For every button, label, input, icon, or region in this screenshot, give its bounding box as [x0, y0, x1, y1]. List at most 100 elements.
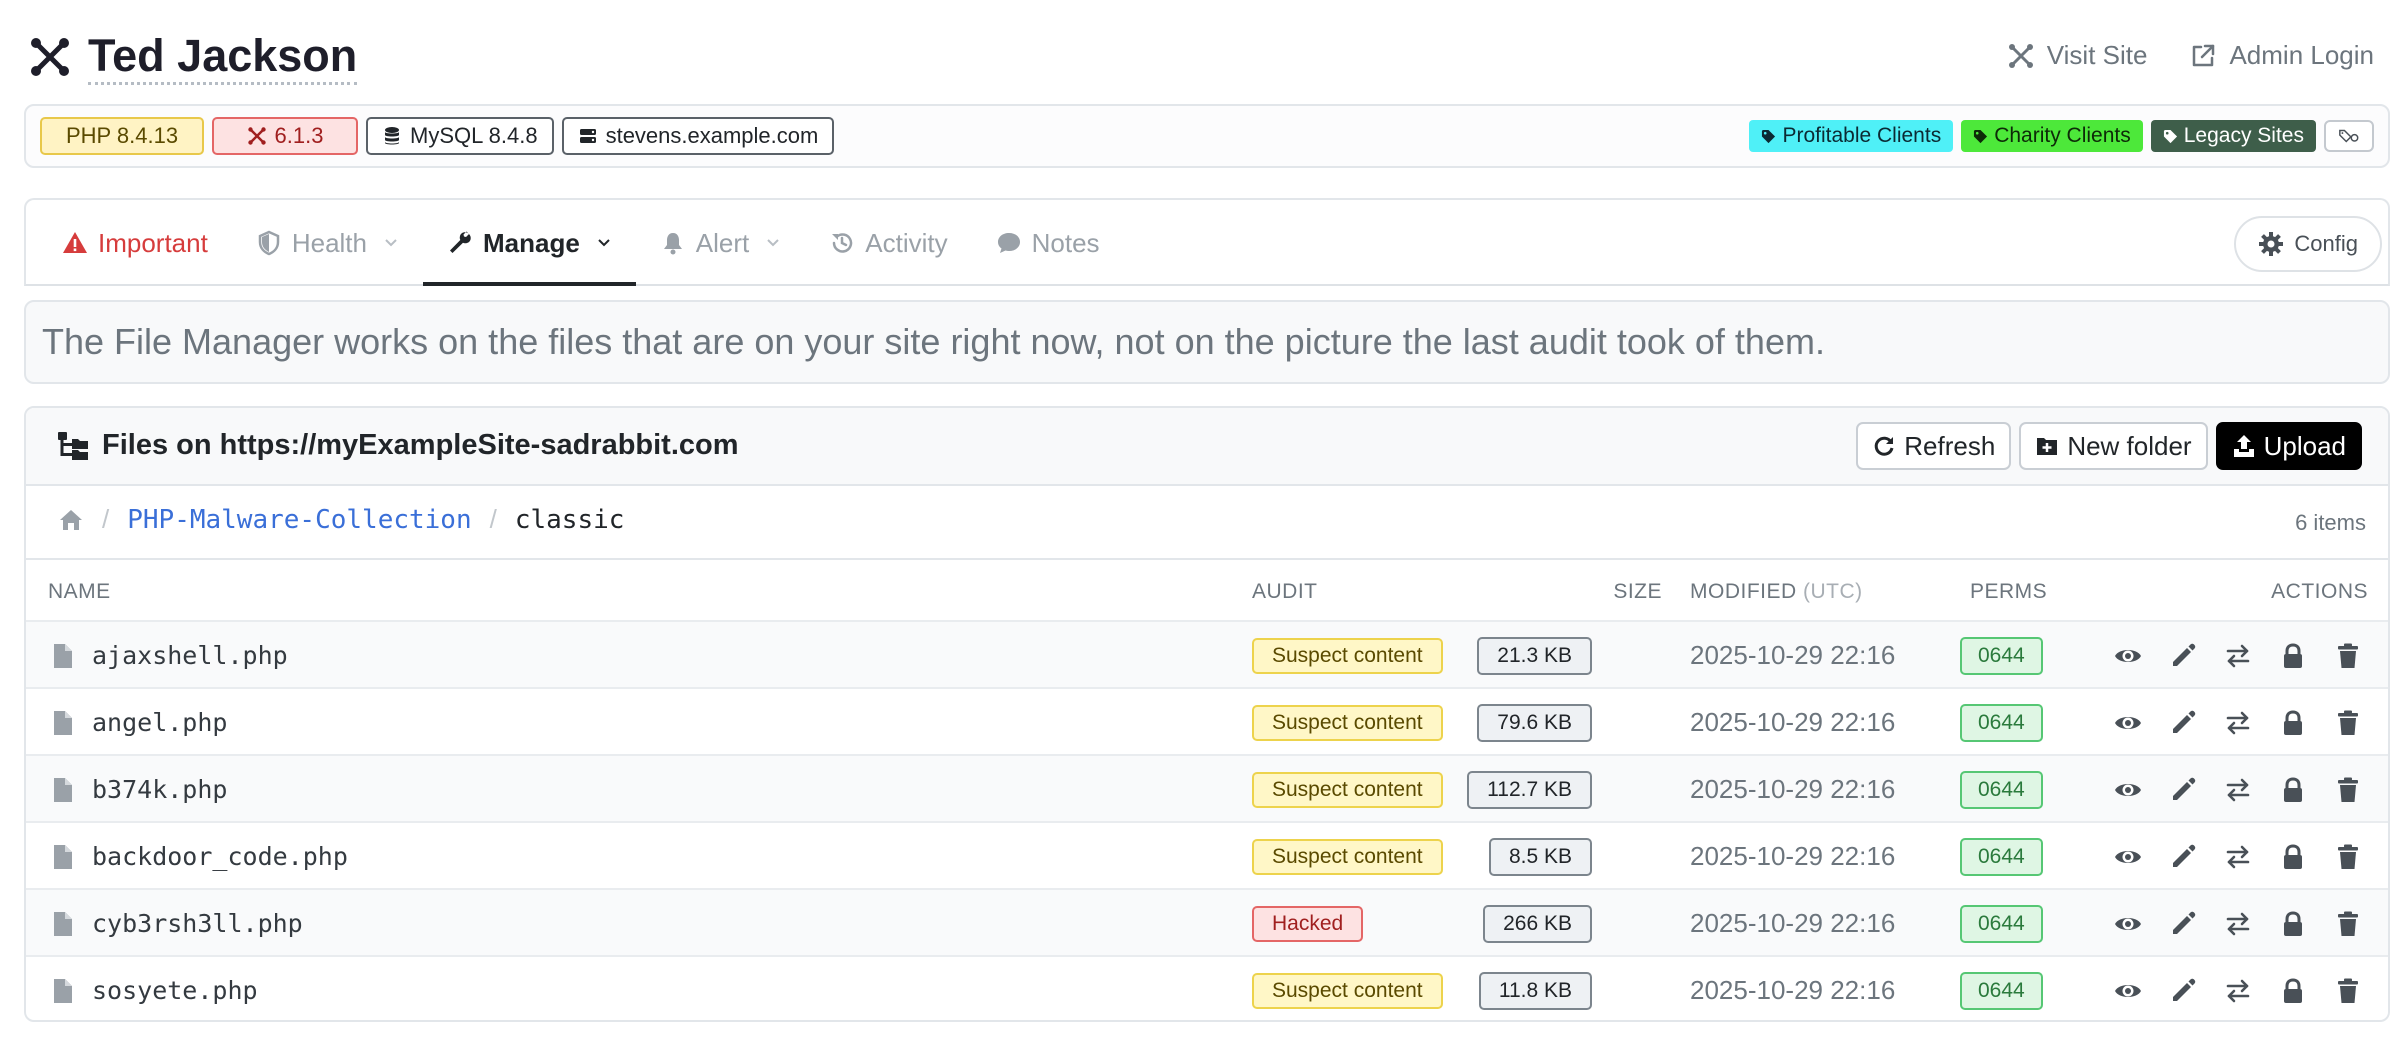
table-row[interactable]: angel.php Suspect content 79.6 KB 2025-10-2…: [26, 687, 2388, 754]
perms-badge[interactable]: 0644: [1960, 904, 2043, 943]
home-icon[interactable]: [58, 507, 84, 533]
file-name-cell[interactable]: angel.php: [52, 689, 227, 756]
config-button[interactable]: Config: [2234, 216, 2382, 272]
column-name[interactable]: NAME: [48, 580, 111, 604]
visit-site-link[interactable]: Visit Site: [2007, 40, 2147, 71]
tab-important[interactable]: Important: [38, 200, 232, 286]
view-icon[interactable]: [2114, 977, 2142, 1005]
view-icon[interactable]: [2114, 910, 2142, 938]
upload-button[interactable]: Upload: [2215, 422, 2362, 470]
delete-icon[interactable]: [2334, 709, 2362, 737]
table-row[interactable]: backdoor_code.php Suspect content 8.5 KB 20…: [26, 821, 2388, 888]
delete-icon[interactable]: [2334, 910, 2362, 938]
perms-cell: 0644: [1960, 823, 2043, 890]
breadcrumb: / PHP-Malware-Collection / classic 6 ite…: [26, 486, 2388, 560]
rename-icon[interactable]: [2224, 642, 2252, 670]
actions-cell: [2114, 890, 2362, 957]
view-icon[interactable]: [2114, 642, 2142, 670]
perms-badge[interactable]: 0644: [1960, 703, 2043, 742]
chevron-down-icon: [385, 239, 397, 247]
tab-label: Activity: [865, 227, 948, 258]
rename-icon[interactable]: [2224, 910, 2252, 938]
tag-profitable-clients[interactable]: Profitable Clients: [1749, 120, 1954, 152]
perms-badge[interactable]: 0644: [1960, 837, 2043, 876]
rename-icon[interactable]: [2224, 977, 2252, 1005]
table-row[interactable]: ajaxshell.php Suspect content 21.3 KB 2025-…: [26, 620, 2388, 687]
lock-icon[interactable]: [2279, 977, 2307, 1005]
lock-icon[interactable]: [2279, 843, 2307, 871]
table-row[interactable]: sosyete.php Suspect content 11.8 KB 2025-10…: [26, 955, 2388, 1020]
file-name[interactable]: sosyete.php: [92, 976, 258, 1005]
edit-icon[interactable]: [2169, 843, 2197, 871]
edit-icon[interactable]: [2169, 910, 2197, 938]
tag-legacy-sites[interactable]: Legacy Sites: [2150, 120, 2316, 152]
admin-login-link[interactable]: Admin Login: [2189, 40, 2374, 71]
new-folder-button[interactable]: New folder: [2019, 422, 2208, 470]
manage-tags-button[interactable]: [2324, 120, 2374, 152]
delete-icon[interactable]: [2334, 776, 2362, 804]
edit-icon[interactable]: [2169, 642, 2197, 670]
view-icon[interactable]: [2114, 843, 2142, 871]
admin-login-label: Admin Login: [2229, 40, 2374, 70]
breadcrumb-parent[interactable]: PHP-Malware-Collection: [127, 505, 471, 535]
lock-icon[interactable]: [2279, 642, 2307, 670]
perms-badge[interactable]: 0644: [1960, 971, 2043, 1010]
table-row[interactable]: b374k.php Suspect content 112.7 KB 2025-10-…: [26, 754, 2388, 821]
rename-icon[interactable]: [2224, 709, 2252, 737]
edit-icon[interactable]: [2169, 977, 2197, 1005]
rename-icon[interactable]: [2224, 843, 2252, 871]
file-name-cell[interactable]: cyb3rsh3ll.php: [52, 890, 303, 957]
audit-badge: Suspect content: [1252, 704, 1443, 741]
lock-icon[interactable]: [2279, 776, 2307, 804]
actions-cell: [2114, 689, 2362, 756]
info-text: The File Manager works on the files that…: [42, 321, 1825, 362]
tab-notes[interactable]: Notes: [972, 200, 1124, 286]
file-name-cell[interactable]: ajaxshell.php: [52, 622, 288, 689]
file-name-cell[interactable]: b374k.php: [52, 756, 227, 823]
modified-cell: 2025-10-29 22:16: [1690, 707, 1896, 737]
lock-icon[interactable]: [2279, 910, 2307, 938]
size-cell: 8.5 KB: [1488, 823, 1592, 890]
lock-icon[interactable]: [2279, 709, 2307, 737]
file-name-cell[interactable]: sosyete.php: [52, 957, 258, 1020]
file-name-cell[interactable]: backdoor_code.php: [52, 823, 348, 890]
upload-icon: [2233, 435, 2254, 457]
view-icon[interactable]: [2114, 709, 2142, 737]
edit-icon[interactable]: [2169, 709, 2197, 737]
joomla-icon: [247, 127, 266, 145]
edit-icon[interactable]: [2169, 776, 2197, 804]
delete-icon[interactable]: [2334, 843, 2362, 871]
site-name[interactable]: Ted Jackson: [88, 30, 358, 85]
delete-icon[interactable]: [2334, 977, 2362, 1005]
panel-title: Files on https://myExampleSite-sadrabbit…: [56, 428, 739, 462]
tag-charity-clients[interactable]: Charity Clients: [1961, 120, 2143, 152]
size-badge: 79.6 KB: [1477, 703, 1592, 742]
rename-icon[interactable]: [2224, 776, 2252, 804]
view-icon[interactable]: [2114, 776, 2142, 804]
audit-cell: Suspect content: [1252, 957, 1443, 1020]
tab-activity[interactable]: Activity: [805, 200, 971, 286]
size-cell: 11.8 KB: [1478, 957, 1592, 1020]
column-perms[interactable]: PERMS: [1970, 580, 2047, 604]
column-size[interactable]: SIZE: [1613, 580, 1662, 604]
tab-health[interactable]: Health: [232, 200, 423, 286]
perms-badge[interactable]: 0644: [1960, 636, 2043, 675]
file-name[interactable]: cyb3rsh3ll.php: [92, 909, 303, 938]
audit-cell: Suspect content: [1252, 823, 1443, 890]
file-name[interactable]: ajaxshell.php: [92, 641, 288, 670]
file-name[interactable]: backdoor_code.php: [92, 842, 348, 871]
file-name[interactable]: b374k.php: [92, 775, 227, 804]
config-label: Config: [2294, 231, 2358, 256]
column-modified[interactable]: MODIFIED (UTC): [1690, 580, 1863, 604]
php-version-text: PHP 8.4.13: [65, 123, 179, 148]
tab-alert[interactable]: Alert: [636, 200, 805, 286]
delete-icon[interactable]: [2334, 642, 2362, 670]
table-row[interactable]: cyb3rsh3ll.php Hacked 266 KB 2025-10-29 22:…: [26, 888, 2388, 955]
size-badge: 266 KB: [1483, 904, 1592, 943]
column-actions: ACTIONS: [2271, 580, 2368, 603]
perms-badge[interactable]: 0644: [1960, 770, 2043, 809]
column-audit[interactable]: AUDIT: [1252, 580, 1318, 604]
tab-manage[interactable]: Manage: [422, 200, 636, 286]
file-name[interactable]: angel.php: [92, 708, 227, 737]
refresh-button[interactable]: Refresh: [1856, 422, 2012, 470]
